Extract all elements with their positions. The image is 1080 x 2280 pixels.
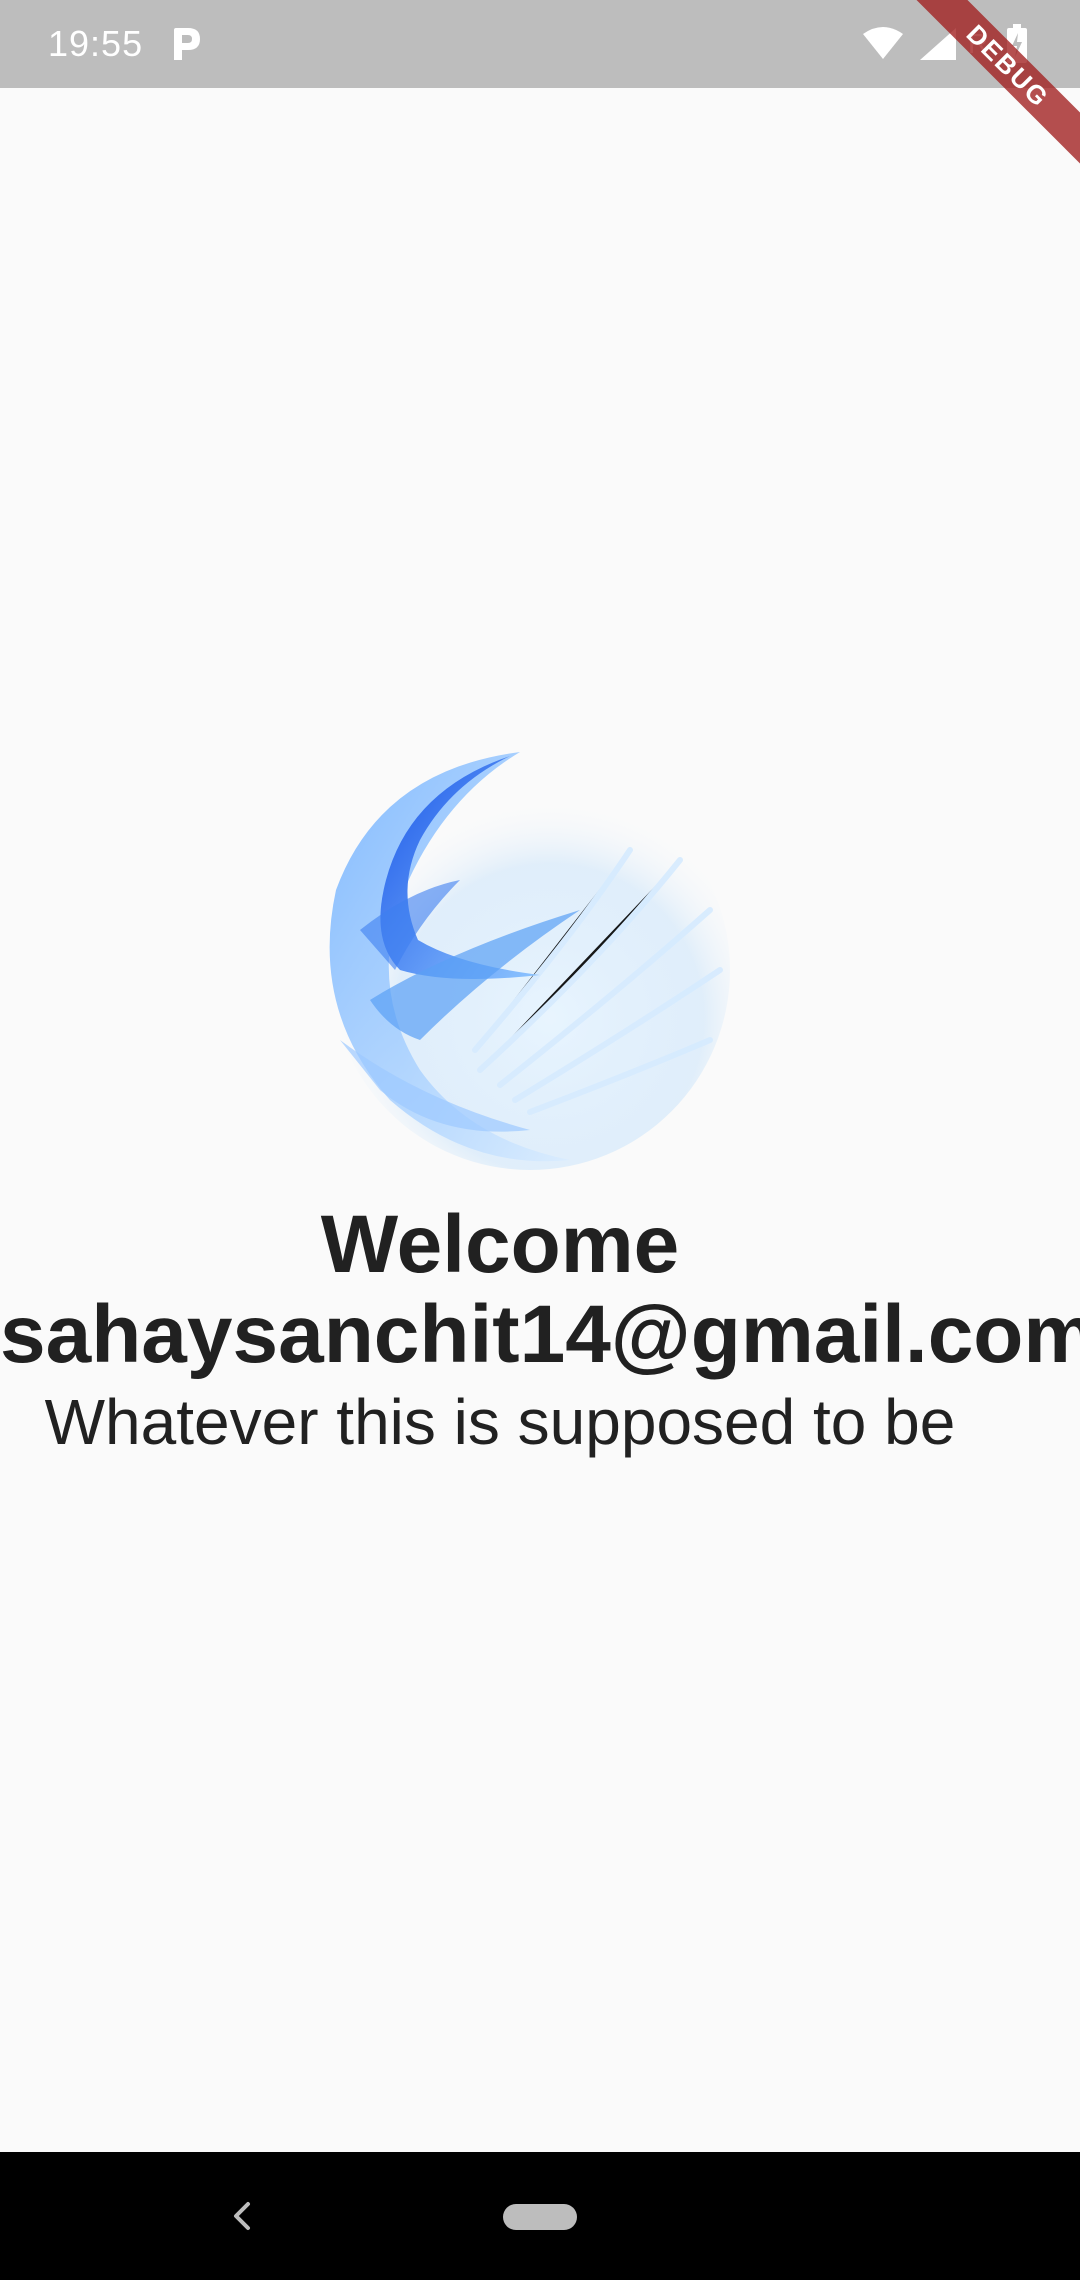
status-time: 19:55 xyxy=(48,23,144,64)
home-pill-icon[interactable] xyxy=(503,2204,577,2230)
status-bar: 19:55 R xyxy=(0,0,1080,88)
app-screen: 19:55 R DEBUG Welcome sahaysanchit14@gma… xyxy=(0,0,1080,2280)
battery-charging-icon xyxy=(1006,24,1028,64)
parking-p-icon xyxy=(170,26,202,62)
cell-signal-icon xyxy=(918,26,958,62)
feather-crescent-logo xyxy=(300,740,740,1180)
welcome-subtitle: Whatever this is supposed to be xyxy=(44,1386,956,1458)
back-chevron-icon[interactable] xyxy=(222,2188,262,2244)
status-carrier-letter: R xyxy=(968,28,989,59)
welcome-title: Welcome xyxy=(320,1199,680,1290)
user-email: sahaysanchit14@gmail.com xyxy=(0,1289,1080,1380)
welcome-block: Welcome sahaysanchit14@gmail.com Whateve… xyxy=(0,1199,1080,1464)
wifi-icon xyxy=(862,26,904,60)
